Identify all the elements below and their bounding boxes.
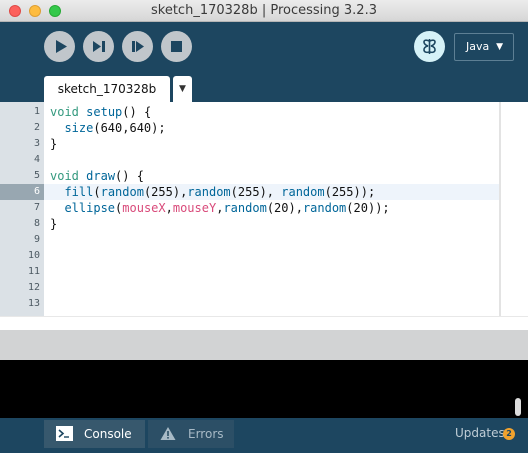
- line-number: 3: [33, 138, 40, 149]
- line-number: 5: [33, 170, 40, 181]
- line-number: 10: [27, 250, 40, 261]
- line-number: 4: [33, 154, 40, 165]
- toolbar: Java ▼: [0, 22, 528, 76]
- console-scrollbar[interactable]: [515, 398, 521, 416]
- mode-butterfly-button[interactable]: [414, 31, 445, 62]
- console-icon: [56, 426, 73, 441]
- code-line: size(640,640);: [64, 121, 166, 135]
- tab-errors[interactable]: Errors: [148, 420, 234, 448]
- stop-button[interactable]: [161, 31, 192, 62]
- code-line: ellipse(mouseX,mouseY,random(20),random(…: [64, 201, 390, 215]
- code-line: }: [50, 217, 58, 231]
- code-editor[interactable]: 1 2 3 4 5 6 7 8 9 10 11 12 13 void setup…: [0, 102, 528, 316]
- console-output[interactable]: [0, 360, 528, 418]
- editor-tab-bar: sketch_170328b ▼: [0, 76, 528, 102]
- chevron-down-icon: ▼: [496, 42, 503, 52]
- console-tab-label: Console: [84, 427, 132, 441]
- play-icon: [56, 40, 67, 53]
- mode-label: Java: [466, 40, 490, 53]
- tab-console[interactable]: Console: [44, 420, 145, 448]
- window-title: sketch_170328b | Processing 3.2.3: [151, 3, 377, 18]
- status-message-bar: [0, 330, 528, 360]
- stop-icon: [171, 41, 182, 52]
- run-button[interactable]: [44, 31, 75, 62]
- line-number: 2: [33, 122, 40, 133]
- editor-horizontal-scrollbar[interactable]: [0, 316, 528, 330]
- tab-menu-button[interactable]: ▼: [173, 76, 192, 102]
- editor-vertical-scrollbar[interactable]: [499, 102, 501, 316]
- line-number: 12: [27, 282, 40, 293]
- butterfly-icon: [423, 39, 436, 54]
- line-number: 11: [27, 266, 40, 277]
- line-number: 7: [33, 202, 40, 213]
- code-line: }: [50, 137, 58, 151]
- line-number-current: 6: [0, 184, 44, 200]
- debug-button[interactable]: [122, 31, 153, 62]
- line-number: 9: [33, 234, 40, 245]
- code-line: fill(random(255),random(255), random(255…: [64, 185, 376, 199]
- debug-step-icon: [132, 41, 144, 52]
- tab-sketch[interactable]: sketch_170328b: [44, 76, 170, 102]
- updates-count-badge[interactable]: 2: [503, 428, 515, 440]
- chevron-down-icon: ▼: [179, 84, 186, 94]
- present-icon: [93, 41, 105, 52]
- line-number-gutter: 1 2 3 4 5 6 7 8 9 10 11 12 13: [0, 102, 44, 316]
- mode-dropdown[interactable]: Java ▼: [454, 33, 514, 61]
- line-number: 13: [27, 298, 40, 309]
- line-number: 8: [33, 218, 40, 229]
- code-line: void draw() {: [50, 169, 144, 183]
- updates-link[interactable]: Updates: [455, 426, 505, 440]
- code-line: void setup() {: [50, 105, 152, 119]
- footer-bar: Console Errors Updates 2: [0, 418, 528, 453]
- errors-tab-label: Errors: [188, 427, 224, 441]
- line-number: 1: [33, 106, 40, 117]
- warning-icon: [160, 427, 176, 440]
- window-titlebar: sketch_170328b | Processing 3.2.3: [0, 0, 528, 22]
- present-button[interactable]: [83, 31, 114, 62]
